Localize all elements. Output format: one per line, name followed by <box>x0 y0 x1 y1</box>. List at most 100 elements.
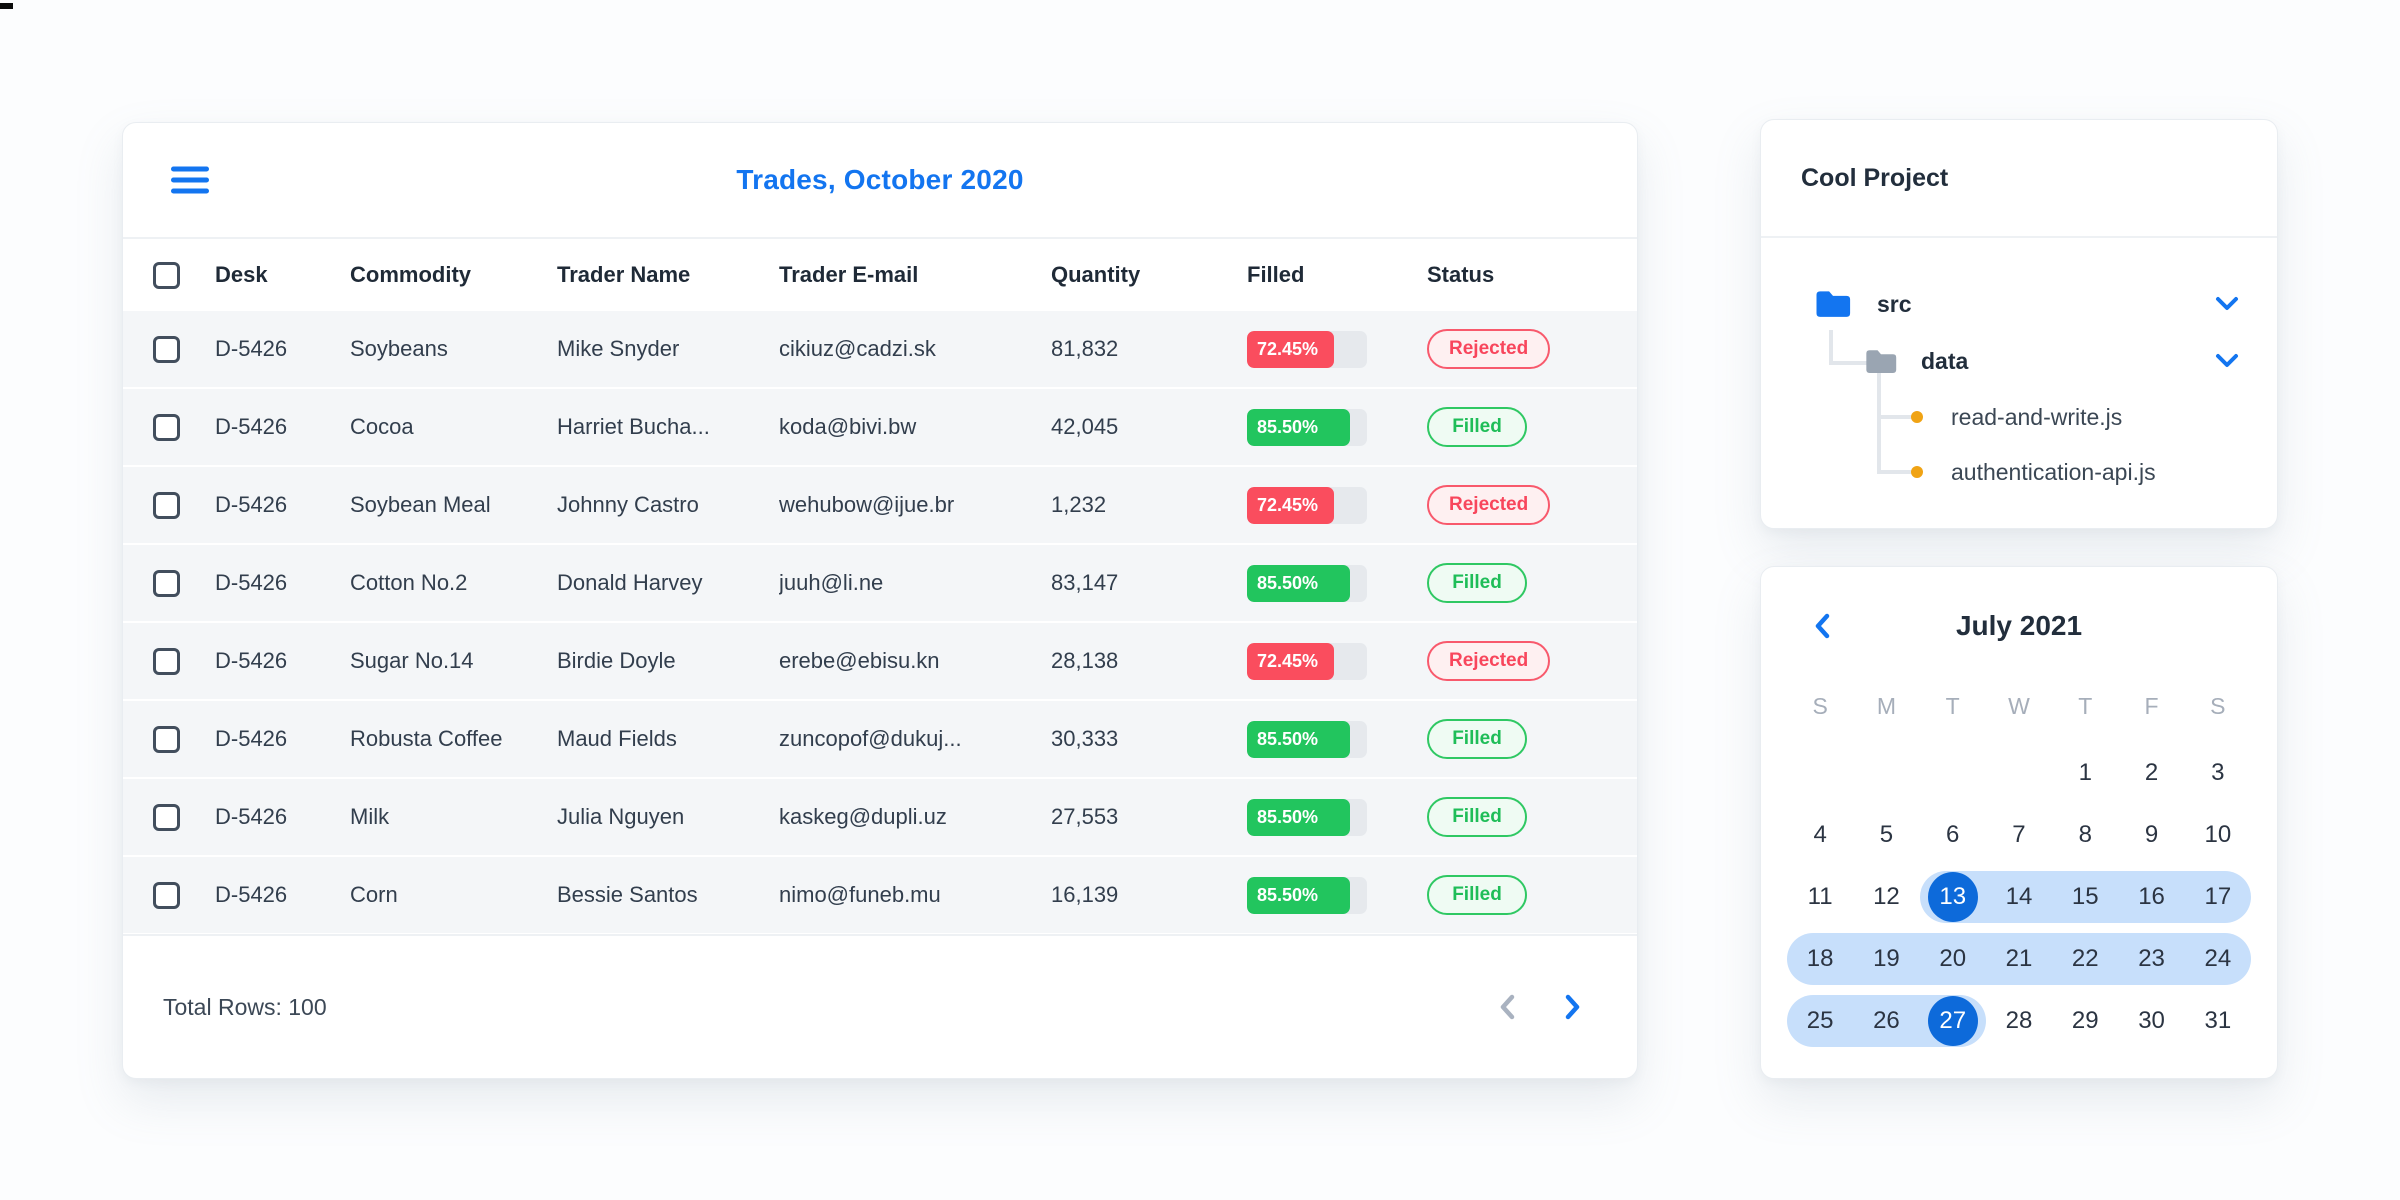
project-card: Cool Project src data read-and-write.js <box>1760 119 2278 529</box>
column-header-trader-name: Trader Name <box>557 262 691 287</box>
cell-commodity: Soybean Meal <box>350 492 491 517</box>
calendar-day[interactable]: 23 <box>2118 933 2185 985</box>
chevron-down-icon[interactable] <box>2213 295 2241 313</box>
row-checkbox[interactable] <box>153 647 180 675</box>
column-header-status: Status <box>1427 262 1495 287</box>
tree-item-label: authentication-api.js <box>1951 458 2156 485</box>
calendar-day[interactable]: 28 <box>1986 995 2052 1047</box>
calendar-day[interactable]: 16 <box>2118 871 2185 923</box>
calendar-day[interactable]: 11 <box>1787 871 1853 923</box>
calendar-day[interactable]: 21 <box>1985 933 2053 985</box>
status-badge: Filled <box>1427 797 1527 837</box>
select-all-checkbox-cell <box>153 261 215 289</box>
calendar-day[interactable]: 1 <box>2052 747 2118 799</box>
row-checkbox[interactable] <box>153 803 180 831</box>
calendar-day[interactable]: 7 <box>1986 809 2052 861</box>
cell-commodity: Soybeans <box>350 336 448 361</box>
calendar-day[interactable]: 20 <box>1919 933 1986 985</box>
cell-trader-email: zuncopof@dukuj... <box>779 726 962 751</box>
menu-icon[interactable] <box>171 166 209 194</box>
trades-card: Trades, October 2020 Desk Commodity Trad… <box>122 122 1638 1079</box>
cell-trader-email: nimo@funeb.mu <box>779 882 941 907</box>
filled-progress-value: 72.45% <box>1247 486 1334 524</box>
cell-quantity: 83,147 <box>1051 570 1119 595</box>
calendar-day[interactable]: 27 <box>1919 995 1986 1047</box>
calendar-day[interactable]: 19 <box>1853 933 1920 985</box>
tree-item-file[interactable]: authentication-api.js <box>1911 446 2277 498</box>
row-checkbox-cell <box>153 725 215 753</box>
calendar-day[interactable]: 15 <box>2052 871 2119 923</box>
calendar-day[interactable]: 2 <box>2118 747 2184 799</box>
next-page-icon[interactable] <box>1559 992 1585 1022</box>
cell-status: Rejected <box>1427 641 1607 681</box>
selected-day-circle: 27 <box>1927 996 1978 1046</box>
column-header-trader-email: Trader E-mail <box>779 262 919 287</box>
filled-progress-bar: 72.45% <box>1247 642 1367 680</box>
calendar-week-row: 18 19 20 21 22 23 24 <box>1787 933 2251 985</box>
calendar-day[interactable]: 13 <box>1919 871 1986 923</box>
filled-progress-bar: 85.50% <box>1247 798 1367 836</box>
calendar-day[interactable]: 14 <box>1985 871 2053 923</box>
table-row: D-5426 Sugar No.14 Birdie Doyle erebe@ebisu… <box>123 623 1637 699</box>
calendar-title: July 2021 <box>1955 610 2083 641</box>
calendar-day[interactable]: 31 <box>2185 995 2251 1047</box>
tree-item-data[interactable]: data <box>1865 335 2277 387</box>
cell-filled: 85.50% <box>1247 876 1427 914</box>
cell-filled: 72.45% <box>1247 642 1427 680</box>
calendar-day[interactable]: 22 <box>2052 933 2119 985</box>
filled-progress-value: 85.50% <box>1247 564 1350 602</box>
calendar-grid: 1 2 3 4 5 6 7 8 9 10 11 12 13 14 15 16 17 18 19 20 21 22 23 24 2… <box>1787 747 2251 1047</box>
previous-page-icon[interactable] <box>1495 992 1521 1022</box>
weekday-label: T <box>1945 693 1960 719</box>
table-body: D-5426 Soybeans Mike Snyder cikiuz@cadzi.sk… <box>123 311 1637 933</box>
tree-item-file[interactable]: read-and-write.js <box>1911 391 2277 443</box>
row-checkbox[interactable] <box>153 335 180 363</box>
cell-desk: D-5426 <box>215 804 288 829</box>
calendar-day[interactable]: 24 <box>2184 933 2251 985</box>
corner-artifact <box>0 3 13 9</box>
calendar-prev-month-icon[interactable] <box>1811 612 1835 640</box>
cell-status: Rejected <box>1427 485 1607 525</box>
calendar-empty-cell <box>1920 747 1986 799</box>
cell-trader-name: Johnny Castro <box>557 492 699 517</box>
filled-progress-bar: 85.50% <box>1247 408 1367 446</box>
calendar-day[interactable]: 8 <box>2052 809 2118 861</box>
tree-connector <box>1877 415 1913 419</box>
calendar-day[interactable]: 10 <box>2185 809 2251 861</box>
calendar-day[interactable]: 3 <box>2185 747 2251 799</box>
chevron-down-icon[interactable] <box>2213 352 2241 370</box>
row-checkbox-cell <box>153 569 215 597</box>
weekday-label: W <box>2008 693 2030 719</box>
cell-commodity: Sugar No.14 <box>350 648 474 673</box>
cell-desk: D-5426 <box>215 570 288 595</box>
table-row: D-5426 Corn Bessie Santos nimo@funeb.mu 16,1… <box>123 857 1637 933</box>
row-checkbox[interactable] <box>153 725 180 753</box>
calendar-day[interactable]: 6 <box>1920 809 1986 861</box>
column-header-desk: Desk <box>215 262 268 287</box>
calendar-day[interactable]: 9 <box>2118 809 2184 861</box>
calendar-day[interactable]: 4 <box>1787 809 1853 861</box>
cell-trader-name: Harriet Bucha... <box>557 414 710 439</box>
calendar-weekday-row: SMTWTFS <box>1787 693 2251 737</box>
row-checkbox[interactable] <box>153 569 180 597</box>
weekday-label: S <box>1812 693 1828 719</box>
calendar-day[interactable]: 17 <box>2184 871 2251 923</box>
cell-filled: 85.50% <box>1247 798 1427 836</box>
row-checkbox-cell <box>153 803 215 831</box>
row-checkbox[interactable] <box>153 881 180 909</box>
row-checkbox[interactable] <box>153 413 180 441</box>
table-row: D-5426 Soybean Meal Johnny Castro wehubow@i… <box>123 467 1637 543</box>
filled-progress-bar: 72.45% <box>1247 330 1367 368</box>
select-all-checkbox[interactable] <box>153 261 180 289</box>
calendar-day[interactable]: 26 <box>1853 995 1920 1047</box>
tree-item-src[interactable]: src <box>1815 278 2277 330</box>
calendar-card: July 2021 SMTWTFS 1 2 3 4 5 6 7 8 9 10 11 12 13 14 15 1… <box>1760 566 2278 1079</box>
calendar-day[interactable]: 5 <box>1853 809 1919 861</box>
row-checkbox[interactable] <box>153 491 180 519</box>
calendar-day[interactable]: 29 <box>2052 995 2118 1047</box>
calendar-day[interactable]: 25 <box>1787 995 1854 1047</box>
calendar-day[interactable]: 12 <box>1853 871 1919 923</box>
calendar-day[interactable]: 18 <box>1787 933 1854 985</box>
status-badge: Filled <box>1427 875 1527 915</box>
calendar-day[interactable]: 30 <box>2118 995 2184 1047</box>
